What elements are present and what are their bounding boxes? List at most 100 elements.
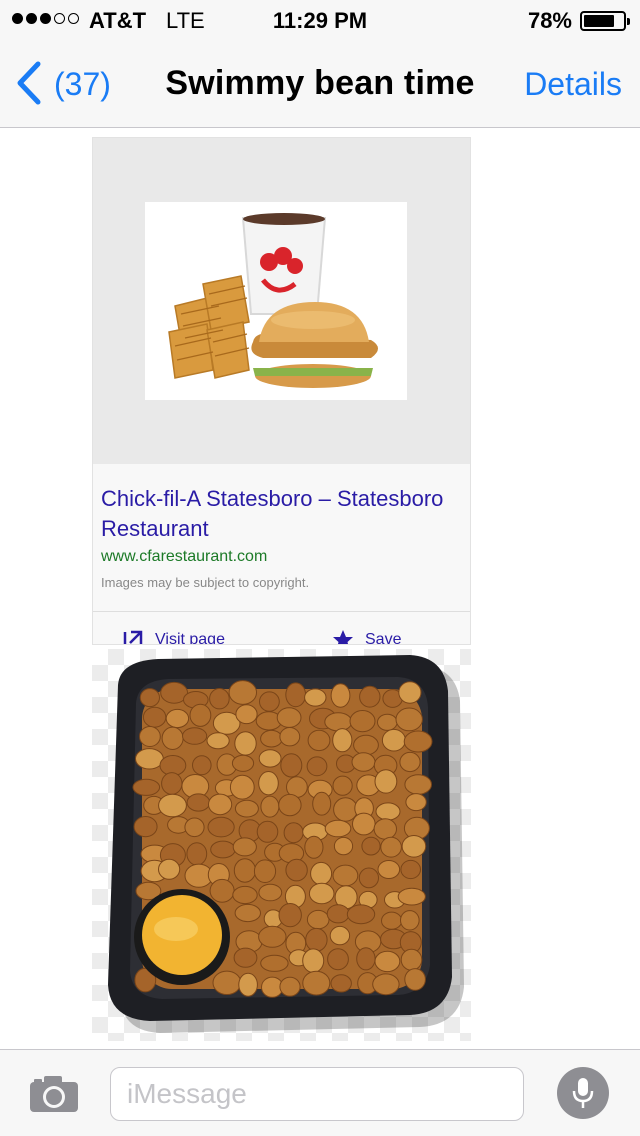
nuggets-tray-photo <box>108 655 464 1033</box>
visit-page-label: Visit page <box>155 631 225 645</box>
nugget <box>306 909 330 930</box>
nugget <box>329 925 351 946</box>
nugget <box>327 948 349 971</box>
nugget <box>238 972 258 997</box>
nugget <box>324 819 352 838</box>
nugget <box>374 769 398 794</box>
nugget <box>139 688 161 708</box>
nugget <box>332 864 359 887</box>
nugget <box>332 728 353 753</box>
nugget <box>279 976 301 997</box>
nugget <box>400 948 423 971</box>
nugget <box>381 911 403 930</box>
nugget <box>285 858 308 882</box>
nugget <box>232 837 257 857</box>
nugget <box>372 973 400 996</box>
nugget <box>209 878 235 903</box>
nugget <box>306 756 328 777</box>
battery-icon <box>580 11 630 31</box>
nugget <box>278 903 302 928</box>
nugget <box>349 710 376 733</box>
nugget <box>401 835 427 858</box>
nugget <box>377 860 401 879</box>
save-button[interactable]: Save <box>331 628 401 644</box>
nugget <box>380 836 402 858</box>
nugget <box>404 774 433 795</box>
nugget <box>330 683 351 708</box>
nugget <box>351 752 376 772</box>
nugget <box>258 925 287 948</box>
camera-icon[interactable] <box>28 1074 80 1114</box>
nugget <box>161 772 183 795</box>
message-input-bar <box>0 1049 640 1136</box>
nugget <box>302 948 325 974</box>
nugget <box>165 708 190 729</box>
link-title[interactable]: Chick-fil-A Statesboro – Statesboro Rest… <box>101 484 461 544</box>
nugget <box>312 791 332 816</box>
nugget <box>352 812 376 836</box>
nugget <box>259 691 280 712</box>
nugget <box>158 793 187 818</box>
nugget <box>139 726 161 747</box>
nugget <box>404 968 426 991</box>
details-button[interactable]: Details <box>524 66 622 103</box>
status-bar: AT&T LTE 11:29 PM 78% <box>0 0 640 40</box>
nugget <box>307 729 331 752</box>
copyright-note: Images may be subject to copyright. <box>101 575 310 590</box>
nugget <box>405 793 427 812</box>
nugget <box>186 842 208 866</box>
meal-photo <box>145 202 407 400</box>
link-preview-card[interactable]: Chick-fil-A Statesboro – Statesboro Rest… <box>92 137 471 645</box>
link-preview-image[interactable] <box>93 138 470 464</box>
nugget <box>395 707 423 732</box>
nugget <box>358 867 379 889</box>
nugget <box>258 771 279 796</box>
nugget <box>346 904 376 925</box>
nugget <box>233 947 258 968</box>
nugget <box>276 707 302 728</box>
nugget <box>132 778 161 796</box>
star-icon <box>333 630 353 644</box>
nugget <box>353 734 379 756</box>
message-thread[interactable]: Chick-fil-A Statesboro – Statesboro Rest… <box>0 129 640 1049</box>
nugget <box>229 774 255 800</box>
nugget <box>133 816 158 838</box>
nugget <box>184 817 205 838</box>
nugget <box>326 904 350 924</box>
nugget <box>260 729 283 748</box>
microphone-button[interactable] <box>557 1067 609 1119</box>
nugget <box>400 910 420 931</box>
nugget <box>142 706 167 728</box>
nugget <box>375 802 401 821</box>
nugget <box>182 727 208 745</box>
nugget <box>256 820 279 843</box>
nugget <box>260 795 280 818</box>
nugget <box>186 793 211 812</box>
visit-page-button[interactable]: Visit page <box>121 628 225 645</box>
nugget <box>210 840 236 859</box>
nugget <box>304 835 324 859</box>
nugget <box>283 822 304 844</box>
nugget <box>305 927 328 952</box>
nugget <box>377 713 398 731</box>
nugget <box>361 836 381 856</box>
nugget <box>310 861 333 886</box>
nugget <box>397 887 426 906</box>
nugget <box>398 681 422 704</box>
external-link-icon <box>123 630 143 644</box>
nugget <box>228 680 258 705</box>
image-message[interactable] <box>92 649 471 1041</box>
nugget <box>304 688 327 707</box>
link-url: www.cfarestaurant.com <box>101 548 268 565</box>
nugget <box>206 732 230 750</box>
nugget <box>399 751 421 773</box>
nugget <box>333 836 354 856</box>
message-input[interactable] <box>110 1067 524 1121</box>
nugget <box>233 858 256 883</box>
nugget <box>209 688 230 710</box>
nugget <box>208 793 233 816</box>
nugget <box>253 859 277 883</box>
nugget <box>212 970 242 995</box>
nugget <box>333 797 358 822</box>
battery-nub <box>627 18 630 25</box>
